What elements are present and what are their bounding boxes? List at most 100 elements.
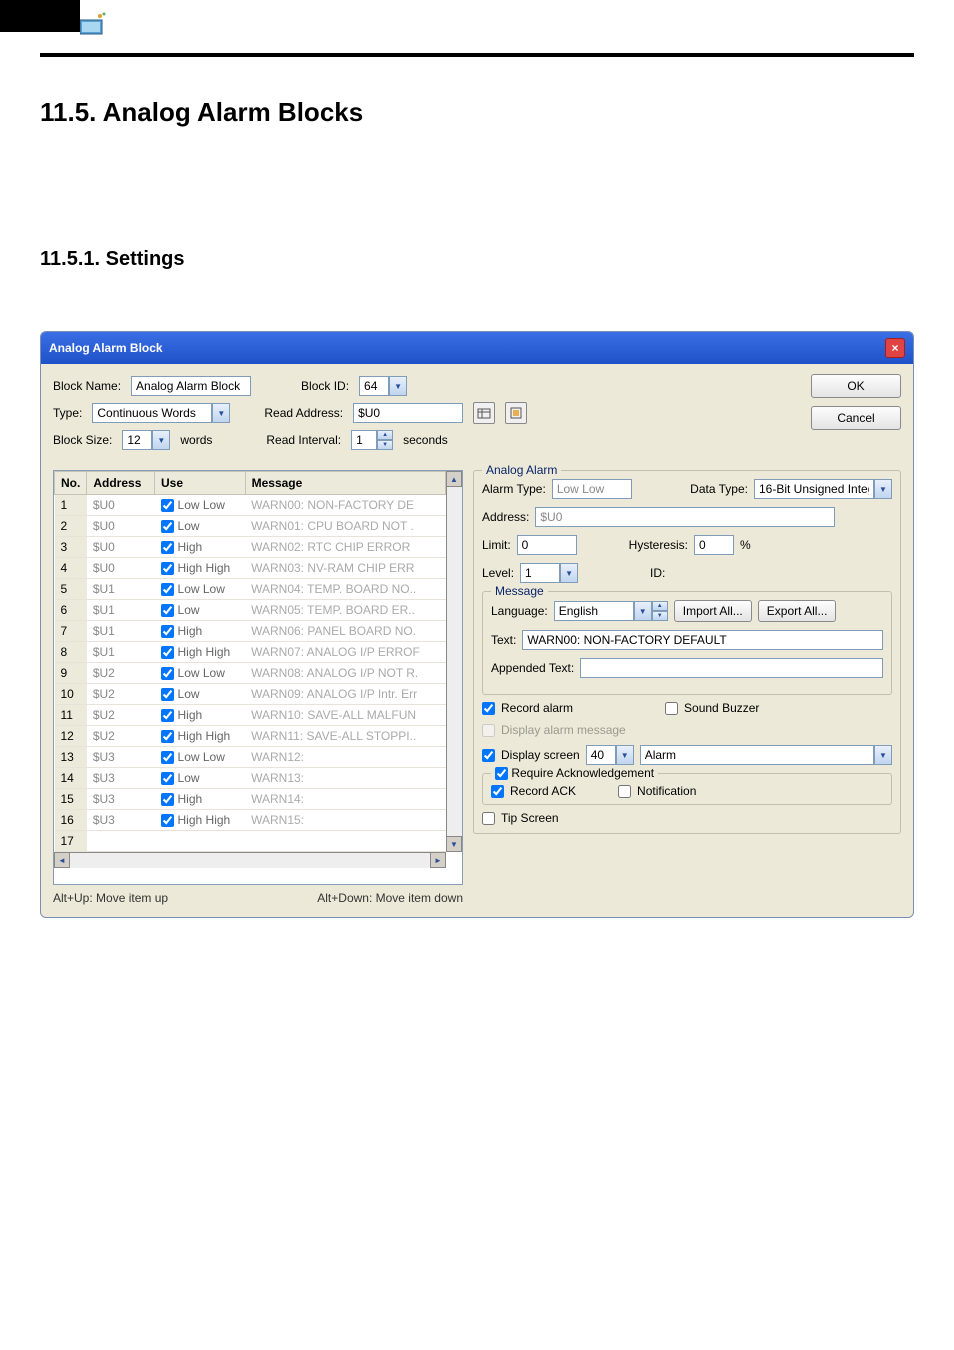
cell-message: WARN10: SAVE-ALL MALFUN	[245, 705, 445, 726]
language-spinner-down-icon[interactable]: ▼	[652, 611, 668, 621]
use-checkbox[interactable]	[161, 751, 174, 764]
use-checkbox[interactable]	[161, 667, 174, 680]
use-checkbox[interactable]	[161, 583, 174, 596]
interval-spinner-down-icon[interactable]: ▼	[377, 440, 393, 450]
language-select[interactable]	[554, 601, 634, 621]
table-row[interactable]: 17	[55, 831, 446, 852]
cell-use: High High	[155, 558, 246, 579]
display-screen-type-select[interactable]	[640, 745, 874, 765]
export-all-button[interactable]: Export All...	[758, 600, 837, 622]
record-ack-checkbox[interactable]	[491, 785, 504, 798]
cell-message: WARN14:	[245, 789, 445, 810]
display-screen-id-input[interactable]	[586, 745, 616, 765]
table-row[interactable]: 13$U3Low LowWARN12:	[55, 747, 446, 768]
table-row[interactable]: 2$U0LowWARN01: CPU BOARD NOT .	[55, 516, 446, 537]
table-row[interactable]: 15$U3HighWARN14:	[55, 789, 446, 810]
col-message[interactable]: Message	[245, 472, 445, 495]
import-all-button[interactable]: Import All...	[674, 600, 752, 622]
table-row[interactable]: 9$U2Low LowWARN08: ANALOG I/P NOT R.	[55, 663, 446, 684]
display-screen-checkbox[interactable]	[482, 749, 495, 762]
table-row[interactable]: 16$U3High HighWARN15:	[55, 810, 446, 831]
display-screen-id-dropdown-icon[interactable]: ▼	[616, 745, 634, 765]
table-row[interactable]: 8$U1High HighWARN07: ANALOG I/P ERROF	[55, 642, 446, 663]
read-interval-input[interactable]	[351, 430, 377, 450]
use-checkbox[interactable]	[161, 541, 174, 554]
cancel-button[interactable]: Cancel	[811, 406, 901, 430]
table-row[interactable]: 3$U0HighWARN02: RTC CHIP ERROR	[55, 537, 446, 558]
level-label: Level:	[482, 566, 514, 580]
cell-no: 17	[55, 831, 87, 852]
type-dropdown-icon[interactable]: ▼	[212, 403, 230, 423]
language-spinner-up-icon[interactable]: ▲	[652, 601, 668, 611]
data-type-select[interactable]	[754, 479, 874, 499]
scrollbar-horizontal[interactable]	[70, 852, 446, 868]
type-select[interactable]	[92, 403, 212, 423]
use-checkbox[interactable]	[161, 562, 174, 575]
use-checkbox[interactable]	[161, 625, 174, 638]
col-use[interactable]: Use	[155, 472, 246, 495]
scrollbar-down-icon[interactable]: ▼	[446, 836, 462, 852]
table-row[interactable]: 6$U1LowWARN05: TEMP. BOARD ER..	[55, 600, 446, 621]
use-checkbox[interactable]	[161, 709, 174, 722]
limit-label: Limit:	[482, 538, 511, 552]
display-screen-type-dropdown-icon[interactable]: ▼	[874, 745, 892, 765]
table-row[interactable]: 10$U2LowWARN09: ANALOG I/P Intr. Err	[55, 684, 446, 705]
limit-input[interactable]	[517, 535, 577, 555]
cell-address: $U3	[87, 768, 155, 789]
use-checkbox[interactable]	[161, 499, 174, 512]
table-row[interactable]: 12$U2High HighWARN11: SAVE-ALL STOPPI..	[55, 726, 446, 747]
use-checkbox[interactable]	[161, 646, 174, 659]
cell-no: 5	[55, 579, 87, 600]
scrollbar-right-icon[interactable]: ►	[430, 852, 446, 868]
level-dropdown-icon[interactable]: ▼	[560, 563, 578, 583]
hint-move-down: Alt+Down: Move item down	[317, 891, 463, 905]
tip-screen-checkbox[interactable]	[482, 812, 495, 825]
col-no[interactable]: No.	[55, 472, 87, 495]
close-button[interactable]: ×	[885, 338, 905, 358]
block-id-dropdown-icon[interactable]: ▼	[389, 376, 407, 396]
use-checkbox[interactable]	[161, 814, 174, 827]
read-address-input[interactable]	[353, 403, 463, 423]
text-input[interactable]	[522, 630, 883, 650]
scrollbar-up-icon[interactable]: ▲	[446, 471, 462, 487]
use-checkbox[interactable]	[161, 730, 174, 743]
col-address[interactable]: Address	[87, 472, 155, 495]
cell-address: $U2	[87, 705, 155, 726]
language-dropdown-icon[interactable]: ▼	[634, 601, 652, 621]
level-select[interactable]	[520, 563, 560, 583]
scrollbar-vertical[interactable]	[446, 487, 462, 852]
cell-message: WARN07: ANALOG I/P ERROF	[245, 642, 445, 663]
use-checkbox[interactable]	[161, 772, 174, 785]
address-picker2-icon[interactable]	[505, 402, 527, 424]
use-checkbox[interactable]	[161, 688, 174, 701]
use-checkbox[interactable]	[161, 604, 174, 617]
dialog-titlebar[interactable]: Analog Alarm Block ×	[41, 332, 913, 364]
require-ack-checkbox[interactable]	[495, 767, 508, 780]
block-size-input[interactable]	[122, 430, 152, 450]
use-checkbox[interactable]	[161, 793, 174, 806]
data-type-dropdown-icon[interactable]: ▼	[874, 479, 892, 499]
record-alarm-checkbox[interactable]	[482, 702, 495, 715]
block-name-input[interactable]	[131, 376, 251, 396]
block-size-label: Block Size:	[53, 433, 112, 447]
interval-spinner-up-icon[interactable]: ▲	[377, 430, 393, 440]
table-row[interactable]: 5$U1Low LowWARN04: TEMP. BOARD NO..	[55, 579, 446, 600]
table-row[interactable]: 14$U3LowWARN13:	[55, 768, 446, 789]
cell-no: 8	[55, 642, 87, 663]
table-row[interactable]: 4$U0High HighWARN03: NV-RAM CHIP ERR	[55, 558, 446, 579]
notification-checkbox[interactable]	[618, 785, 631, 798]
hysteresis-input[interactable]	[694, 535, 734, 555]
block-size-dropdown-icon[interactable]: ▼	[152, 430, 170, 450]
table-row[interactable]: 7$U1HighWARN06: PANEL BOARD NO.	[55, 621, 446, 642]
cell-use: High High	[155, 726, 246, 747]
table-row[interactable]: 1$U0Low LowWARN00: NON-FACTORY DE	[55, 495, 446, 516]
ok-button[interactable]: OK	[811, 374, 901, 398]
block-id-input[interactable]	[359, 376, 389, 396]
cell-use: Low	[155, 768, 246, 789]
sound-buzzer-checkbox[interactable]	[665, 702, 678, 715]
address-picker1-icon[interactable]	[473, 402, 495, 424]
appended-text-input[interactable]	[580, 658, 883, 678]
table-row[interactable]: 11$U2HighWARN10: SAVE-ALL MALFUN	[55, 705, 446, 726]
use-checkbox[interactable]	[161, 520, 174, 533]
scrollbar-left-icon[interactable]: ◄	[54, 852, 70, 868]
